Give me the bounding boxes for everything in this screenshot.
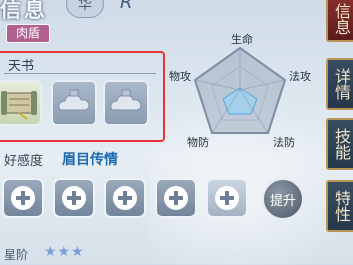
tianshu-slot-3[interactable] (103, 80, 149, 126)
cloud-slot-icon (110, 89, 142, 111)
cloud-slot-icon (58, 89, 90, 111)
radar-label-physical-defense: 物防 (187, 135, 209, 149)
bond-slot-1[interactable] (2, 178, 44, 218)
tianshu-slot-2[interactable] (51, 80, 97, 126)
plus-icon (62, 186, 86, 210)
rarity-level: R (120, 0, 133, 13)
tianshu-slot-1[interactable] (0, 80, 42, 126)
bond-slot-2[interactable] (53, 178, 95, 218)
tab-details[interactable]: 详情 (326, 58, 353, 110)
scroll-icon (1, 91, 37, 120)
radar-label-physical-attack: 物攻 (169, 69, 191, 83)
star-rank-icons: ★★★ (44, 244, 85, 260)
radar-label-magic-attack: 法攻 (289, 69, 311, 83)
upgrade-button[interactable]: 提升 (262, 178, 304, 220)
bond-slot-3[interactable] (104, 178, 146, 218)
affinity-label: 好感度 (4, 154, 44, 169)
star-rank-label: 星阶 (4, 248, 29, 262)
faction-emblem: 华 (66, 0, 104, 18)
radar-label-magic-defense: 法防 (273, 135, 295, 149)
bond-slot-5[interactable] (206, 178, 248, 218)
faction-emblem-text: 华 (78, 0, 92, 13)
tab-info[interactable]: 信息 (326, 0, 353, 42)
plus-icon (164, 186, 188, 210)
page-title: 信息 (0, 0, 48, 22)
tab-skills[interactable]: 技能 (326, 118, 353, 170)
plus-icon (11, 186, 35, 210)
attribute-radar-chart: 生命 法攻 法防 物防 物攻 (169, 32, 311, 149)
plus-icon (113, 186, 137, 210)
bond-slot-4[interactable] (155, 178, 197, 218)
radar-label-hp: 生命 (231, 32, 253, 46)
tianshu-label: 天书 (8, 59, 35, 74)
role-tag: 肉盾 (6, 24, 50, 43)
plus-icon (215, 186, 239, 210)
affinity-value: 眉目传情 (62, 152, 118, 168)
divider (4, 73, 156, 74)
tab-traits[interactable]: 特性 (326, 180, 353, 232)
